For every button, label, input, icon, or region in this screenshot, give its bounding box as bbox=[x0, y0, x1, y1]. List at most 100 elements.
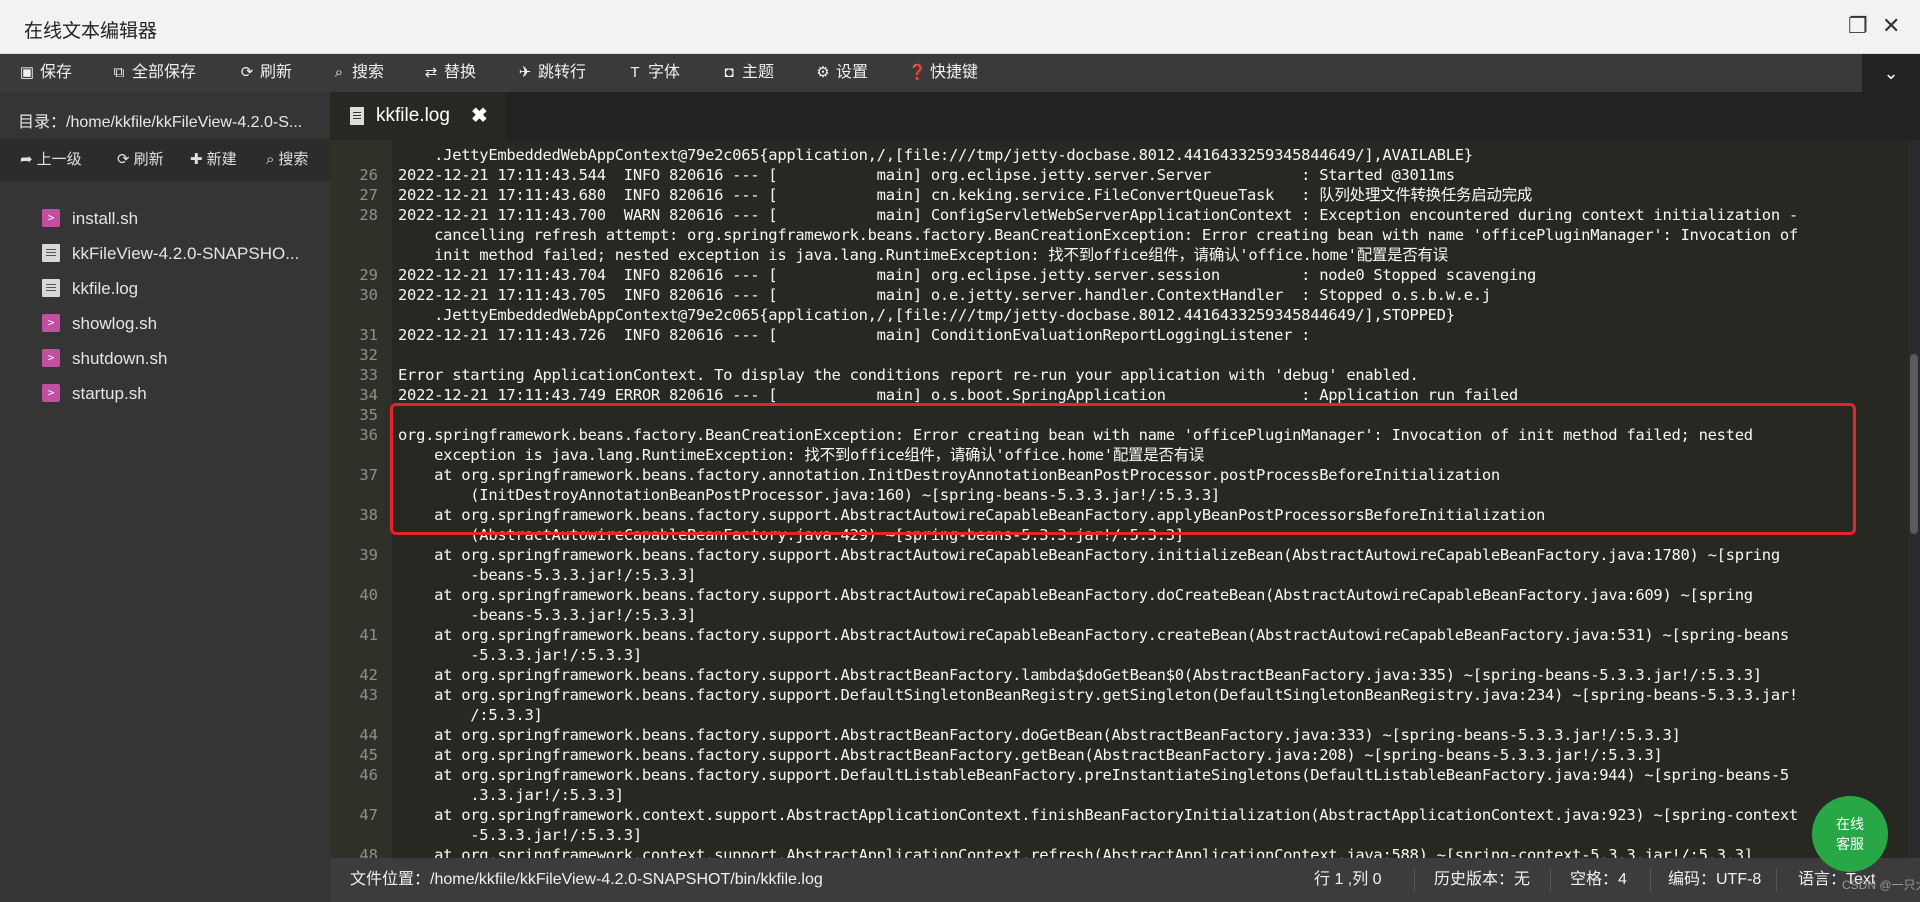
file-icon bbox=[350, 107, 364, 125]
new-file-button[interactable]: ✚ 新建 bbox=[190, 138, 237, 182]
line-number: 45 bbox=[359, 746, 378, 764]
line-number: 30 bbox=[359, 286, 378, 304]
font-icon: T bbox=[630, 64, 640, 81]
line-number: 35 bbox=[359, 406, 378, 424]
editor-scrollbar[interactable] bbox=[1908, 140, 1920, 858]
replace-button[interactable]: ⇄ 替换 bbox=[422, 54, 476, 92]
sidebar-nav: ➦ 上一级 ⟳ 刷新 ✚ 新建 ⌕ 搜索 bbox=[0, 138, 330, 182]
tab-label: kkfile.log bbox=[376, 105, 450, 126]
error-highlight-annotation bbox=[390, 403, 1856, 535]
file-name: install.sh bbox=[72, 209, 139, 228]
line-text: .3.3.jar!/:5.3.3] bbox=[398, 786, 624, 804]
sidebar-refresh-button[interactable]: ⟳ 刷新 bbox=[117, 138, 164, 182]
document-icon bbox=[42, 243, 60, 262]
line-text: at org.springframework.beans.factory.sup… bbox=[398, 746, 1663, 764]
line-number: 42 bbox=[359, 666, 378, 684]
tab-bar: kkfile.log ✖ bbox=[330, 92, 1920, 140]
file-item[interactable]: > shutdown.sh bbox=[42, 342, 167, 376]
history-version[interactable]: 历史版本：无 bbox=[1434, 858, 1530, 902]
line-number: 33 bbox=[359, 366, 378, 384]
file-item[interactable]: kkFileView-4.2.0-SNAPSHO... bbox=[42, 237, 299, 271]
font-button[interactable]: T 字体 bbox=[626, 54, 680, 92]
theme-icon: ◘ bbox=[724, 64, 734, 81]
search-button[interactable]: ⌕ 搜索 bbox=[330, 54, 384, 92]
file-name: kkFileView-4.2.0-SNAPSHO... bbox=[72, 244, 300, 263]
code-line: 45 at org.springframework.beans.factory.… bbox=[330, 745, 1890, 765]
code-line: cancelling refresh attempt: org.springfr… bbox=[330, 225, 1890, 245]
document-icon bbox=[42, 278, 60, 297]
line-number: 40 bbox=[359, 586, 378, 604]
line-number: 38 bbox=[359, 506, 378, 524]
file-item[interactable]: > install.sh bbox=[42, 202, 138, 236]
line-number: 44 bbox=[359, 726, 378, 744]
line-number: 46 bbox=[359, 766, 378, 784]
code-line: 26 2022-12-21 17:11:43.544 INFO 820616 --… bbox=[330, 165, 1890, 185]
line-number: 31 bbox=[359, 326, 378, 344]
code-line: init method failed; nested exception is … bbox=[330, 245, 1890, 265]
line-text: -5.3.3.jar!/:5.3.3] bbox=[398, 646, 642, 664]
up-level-button[interactable]: ➦ 上一级 bbox=[20, 138, 82, 182]
code-line: 31 2022-12-21 17:11:43.726 INFO 820616 --… bbox=[330, 325, 1890, 345]
code-line: 42 at org.springframework.beans.factory.… bbox=[330, 665, 1890, 685]
line-text: 2022-12-21 17:11:43.680 INFO 820616 --- … bbox=[398, 186, 1533, 204]
code-line: -5.3.3.jar!/:5.3.3] bbox=[330, 825, 1890, 845]
goto-icon: ✈ bbox=[518, 64, 532, 81]
settings-button[interactable]: ⚙ 设置 bbox=[814, 54, 868, 92]
theme-button[interactable]: ◘ 主题 bbox=[720, 54, 774, 92]
tab-kkfile-log[interactable]: kkfile.log ✖ bbox=[330, 92, 506, 140]
line-text: 2022-12-21 17:11:43.705 INFO 820616 --- … bbox=[398, 286, 1491, 304]
gear-icon: ⚙ bbox=[816, 64, 830, 81]
code-line: 41 at org.springframework.beans.factory.… bbox=[330, 625, 1890, 645]
file-item[interactable]: > showlog.sh bbox=[42, 307, 157, 341]
code-line: .JettyEmbeddedWebAppContext@79e2c065{app… bbox=[330, 145, 1890, 165]
encoding-setting[interactable]: 编码：UTF-8 bbox=[1668, 858, 1761, 902]
sidebar-search-button[interactable]: ⌕ 搜索 bbox=[266, 138, 308, 182]
refresh-button[interactable]: ⟳ 刷新 bbox=[238, 54, 292, 92]
line-text: -beans-5.3.3.jar!/:5.3.3] bbox=[398, 566, 697, 584]
line-text: cancelling refresh attempt: org.springfr… bbox=[398, 226, 1798, 244]
toolbar: ▣ 保存 ⧉ 全部保存 ⟳ 刷新 ⌕ 搜索 ⇄ 替换 ✈ 跳转行 T 字体 ◘ 主题 ⚙ 设置 ❓… bbox=[0, 54, 1920, 92]
close-window-icon[interactable]: ✕ bbox=[1882, 14, 1900, 38]
line-text: 2022-12-21 17:11:43.726 INFO 820616 --- … bbox=[398, 326, 1311, 344]
indent-setting[interactable]: 空格：4 bbox=[1570, 858, 1627, 902]
code-line: 30 2022-12-21 17:11:43.705 INFO 820616 --… bbox=[330, 285, 1890, 305]
replace-icon: ⇄ bbox=[424, 64, 438, 81]
line-text: at org.springframework.context.support.A… bbox=[398, 846, 1753, 858]
chevron-down-icon[interactable]: ⌄ bbox=[1862, 54, 1920, 92]
shortcuts-button[interactable]: ❓ 快捷键 bbox=[908, 54, 978, 92]
code-line: 28 2022-12-21 17:11:43.700 WARN 820616 --… bbox=[330, 205, 1890, 225]
line-text: at org.springframework.context.support.A… bbox=[398, 806, 1798, 824]
save-icon: ▣ bbox=[19, 64, 35, 81]
close-tab-icon[interactable]: ✖ bbox=[471, 92, 488, 140]
terminal-icon: > bbox=[42, 383, 60, 402]
code-line: 32 bbox=[330, 345, 1890, 365]
code-line: -beans-5.3.3.jar!/:5.3.3] bbox=[330, 605, 1890, 625]
window-title: 在线文本编辑器 bbox=[24, 21, 158, 42]
file-item[interactable]: kkfile.log bbox=[42, 272, 138, 306]
line-text: Error starting ApplicationContext. To di… bbox=[398, 366, 1419, 384]
save-button[interactable]: ▣ 保存 bbox=[18, 54, 72, 92]
directory-path: 目录：/home/kkfile/kkFileView-4.2.0-S... bbox=[18, 114, 303, 131]
divider bbox=[1650, 868, 1651, 892]
scrollbar-thumb[interactable] bbox=[1910, 354, 1918, 534]
file-sidebar: 目录：/home/kkfile/kkFileView-4.2.0-S... ➦ 上… bbox=[0, 92, 330, 902]
file-item[interactable]: > startup.sh bbox=[42, 377, 147, 411]
code-line: 44 at org.springframework.beans.factory.… bbox=[330, 725, 1890, 745]
terminal-icon: > bbox=[42, 208, 60, 227]
code-line: 34 2022-12-21 17:11:43.749 ERROR 820616 -… bbox=[330, 385, 1890, 405]
cursor-position: 行 1 ,列 0 bbox=[1314, 871, 1382, 888]
file-name: showlog.sh bbox=[72, 314, 158, 333]
window-titlebar: 在线文本编辑器 ❐ ✕ bbox=[0, 0, 1920, 54]
search-icon: ⌕ bbox=[266, 151, 275, 168]
arrow-up-icon: ➦ bbox=[20, 151, 33, 168]
restore-icon[interactable]: ❐ bbox=[1848, 14, 1868, 38]
code-line: -beans-5.3.3.jar!/:5.3.3] bbox=[330, 565, 1890, 585]
line-text: 2022-12-21 17:11:43.704 INFO 820616 --- … bbox=[398, 266, 1537, 284]
online-service-button[interactable]: 在线 客服 bbox=[1812, 796, 1888, 872]
goto-line-button[interactable]: ✈ 跳转行 bbox=[516, 54, 586, 92]
code-line: 47 at org.springframework.context.suppor… bbox=[330, 805, 1890, 825]
line-text: -beans-5.3.3.jar!/:5.3.3] bbox=[398, 606, 697, 624]
code-line: .3.3.jar!/:5.3.3] bbox=[330, 785, 1890, 805]
divider bbox=[1776, 868, 1777, 892]
save-all-button[interactable]: ⧉ 全部保存 bbox=[110, 54, 196, 92]
